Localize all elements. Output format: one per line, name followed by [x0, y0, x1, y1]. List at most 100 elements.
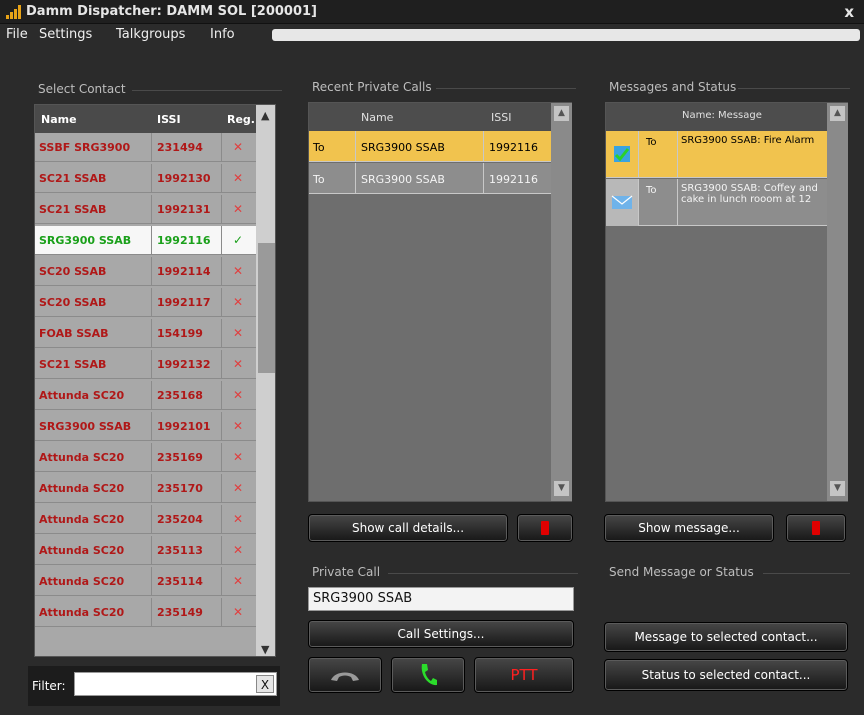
contact-name: Attunda SC20: [39, 389, 125, 402]
ptt-button[interactable]: PTT: [474, 657, 574, 693]
contact-name: Attunda SC20: [39, 451, 125, 464]
contact-issi: 235170: [157, 482, 203, 495]
contact-row[interactable]: Attunda SC20 235170 ✕: [35, 474, 256, 503]
menu-bar: File Settings Talkgroups Info: [0, 25, 864, 45]
menu-talkgroups[interactable]: Talkgroups: [116, 27, 185, 42]
status-to-contact-button[interactable]: Status to selected contact...: [604, 659, 848, 691]
recent-calls-label: Recent Private Calls: [312, 80, 432, 94]
registration-status-icon: ✕: [233, 512, 244, 526]
group-divider: [388, 573, 578, 574]
clear-filter-button[interactable]: X: [256, 675, 274, 693]
close-icon[interactable]: x: [844, 3, 854, 21]
menu-info[interactable]: Info: [210, 27, 235, 42]
contact-row[interactable]: FOAB SSAB 154199 ✕: [35, 319, 256, 348]
contact-row[interactable]: SC21 SSAB 1992131 ✕: [35, 195, 256, 224]
contact-row[interactable]: SC20 SSAB 1992117 ✕: [35, 288, 256, 317]
registration-status-icon: ✕: [233, 450, 244, 464]
status-icon: [606, 131, 638, 178]
contact-name: Attunda SC20: [39, 575, 125, 588]
show-message-button[interactable]: Show message...: [604, 514, 774, 542]
column-name-message[interactable]: Name: Message: [682, 110, 762, 121]
contact-issi: 235169: [157, 451, 203, 464]
contact-row[interactable]: Attunda SC20 235168 ✕: [35, 381, 256, 410]
contact-issi: 1992101: [157, 420, 211, 433]
scroll-up-icon[interactable]: ▲: [261, 109, 269, 122]
message-to-contact-button[interactable]: Message to selected contact...: [604, 622, 848, 652]
hangup-icon: [331, 672, 359, 681]
contact-issi: 235113: [157, 544, 203, 557]
contact-issi: 231494: [157, 141, 203, 154]
call-row[interactable]: To SRG3900 SSAB 1992116: [309, 131, 551, 162]
title-bar: Damm Dispatcher: DAMM SOL [200001] x: [0, 0, 864, 24]
contact-issi: 154199: [157, 327, 203, 340]
call-button[interactable]: [391, 657, 465, 693]
contact-issi: 1992114: [157, 265, 211, 278]
registration-status-icon: ✕: [233, 605, 244, 619]
contact-row[interactable]: Attunda SC20 235114 ✕: [35, 567, 256, 596]
contact-row[interactable]: Attunda SC20 235204 ✕: [35, 505, 256, 534]
contact-row[interactable]: SRG3900 SSAB 1992101 ✕: [35, 412, 256, 441]
filter-bar: Filter: X: [28, 666, 280, 706]
contact-row[interactable]: SC20 SSAB 1992114 ✕: [35, 257, 256, 286]
registration-status-icon: ✓: [233, 233, 244, 247]
contact-row[interactable]: SC21 SSAB 1992132 ✕: [35, 350, 256, 379]
column-name[interactable]: Name: [361, 111, 393, 124]
contact-name: SSBF SRG3900: [39, 141, 131, 154]
messages-label: Messages and Status: [609, 80, 737, 94]
registration-status-icon: ✕: [233, 326, 244, 340]
scroll-up-icon[interactable]: ▲: [830, 106, 845, 121]
group-divider: [436, 88, 576, 89]
window-title: Damm Dispatcher: DAMM SOL [200001]: [26, 4, 318, 19]
contact-row[interactable]: Attunda SC20 235169 ✕: [35, 443, 256, 472]
recent-calls-scrollbar[interactable]: ▲ ▼: [551, 103, 572, 501]
call-issi: 1992116: [489, 173, 538, 186]
contact-row[interactable]: SSBF SRG3900 231494 ✕: [35, 133, 256, 162]
message-row[interactable]: To SRG3900 SSAB: Fire Alarm: [606, 131, 827, 178]
delete-message-button[interactable]: [786, 514, 846, 542]
contacts-scrollbar[interactable]: ▲ ▼: [256, 105, 275, 656]
select-contact-label: Select Contact: [38, 82, 126, 96]
scroll-down-icon[interactable]: ▼: [554, 481, 569, 496]
message-row[interactable]: To SRG3900 SSAB: Coffey and cake in lunc…: [606, 179, 827, 226]
contact-issi: 1992132: [157, 358, 211, 371]
registration-status-icon: ✕: [233, 388, 244, 402]
contact-row[interactable]: SRG3900 SSAB 1992116 ✓: [35, 226, 256, 255]
menu-settings[interactable]: Settings: [39, 27, 92, 42]
call-row[interactable]: To SRG3900 SSAB 1992116: [309, 163, 551, 194]
contact-issi: 235204: [157, 513, 203, 526]
filter-input[interactable]: [74, 672, 277, 696]
registration-status-icon: ✕: [233, 264, 244, 278]
column-issi[interactable]: ISSI: [491, 111, 511, 124]
call-direction: To: [313, 141, 325, 154]
menu-file[interactable]: File: [6, 27, 28, 42]
contact-row[interactable]: SC21 SSAB 1992130 ✕: [35, 164, 256, 193]
column-reg[interactable]: Reg.: [227, 113, 255, 126]
send-label: Send Message or Status: [609, 565, 754, 579]
contact-row[interactable]: Attunda SC20 235113 ✕: [35, 536, 256, 565]
show-call-details-button[interactable]: Show call details...: [308, 514, 508, 542]
group-divider: [763, 573, 850, 574]
call-settings-button[interactable]: Call Settings...: [308, 620, 574, 648]
contact-row[interactable]: Attunda SC20 235149 ✕: [35, 598, 256, 627]
private-call-label: Private Call: [312, 565, 381, 579]
delete-call-button[interactable]: [517, 514, 573, 542]
scrollbar-thumb[interactable]: [258, 243, 275, 373]
contact-issi: 235168: [157, 389, 203, 402]
contact-issi: 1992116: [157, 234, 211, 247]
contact-name: SRG3900 SSAB: [39, 234, 132, 247]
column-issi[interactable]: ISSI: [157, 113, 181, 126]
hangup-button[interactable]: [308, 657, 382, 693]
registration-status-icon: ✕: [233, 419, 244, 433]
column-name[interactable]: Name: [41, 113, 77, 126]
registration-status-icon: ✕: [233, 295, 244, 309]
contact-issi: 1992130: [157, 172, 211, 185]
private-call-field[interactable]: SRG3900 SSAB: [308, 587, 574, 611]
contact-name: Attunda SC20: [39, 513, 125, 526]
message-direction: To: [646, 137, 657, 148]
scroll-down-icon[interactable]: ▼: [830, 481, 845, 496]
messages-scrollbar[interactable]: ▲ ▼: [827, 103, 848, 501]
scroll-down-icon[interactable]: ▼: [261, 643, 269, 656]
scroll-up-icon[interactable]: ▲: [554, 106, 569, 121]
registration-status-icon: ✕: [233, 202, 244, 216]
call-issi: 1992116: [489, 141, 538, 154]
